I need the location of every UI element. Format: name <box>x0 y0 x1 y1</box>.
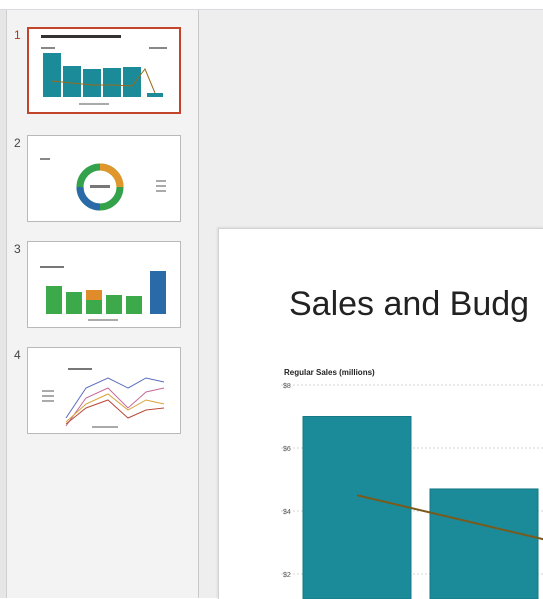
bar-2[interactable] <box>430 489 538 599</box>
slide-thumbnail-2[interactable] <box>27 135 181 222</box>
thumbnail-number-1: 1 <box>14 28 21 42</box>
window-top-bar <box>0 0 543 10</box>
y-tick-label: $4 <box>283 509 291 516</box>
y-tick-label: $6 <box>283 446 291 453</box>
bar-1[interactable] <box>303 417 411 599</box>
slide-canvas[interactable]: Sales and Budg Regular Sales (millions) … <box>218 228 543 599</box>
thumbnail-number-2: 2 <box>14 136 21 150</box>
pane-edge <box>0 10 7 598</box>
slide-thumbnail-pane[interactable]: 1 2 3 <box>0 10 199 598</box>
slide-thumbnail-3[interactable] <box>27 241 181 328</box>
slide-thumbnail-1[interactable] <box>27 27 181 114</box>
y-tick-label: $8 <box>283 383 291 390</box>
bar-chart[interactable]: $8 $6 $4 $2 <box>219 229 543 599</box>
thumbnail-number-4: 4 <box>14 348 21 362</box>
y-tick-label: $2 <box>283 572 291 579</box>
thumbnail-number-3: 3 <box>14 242 21 256</box>
slide-thumbnail-4[interactable] <box>27 347 181 434</box>
